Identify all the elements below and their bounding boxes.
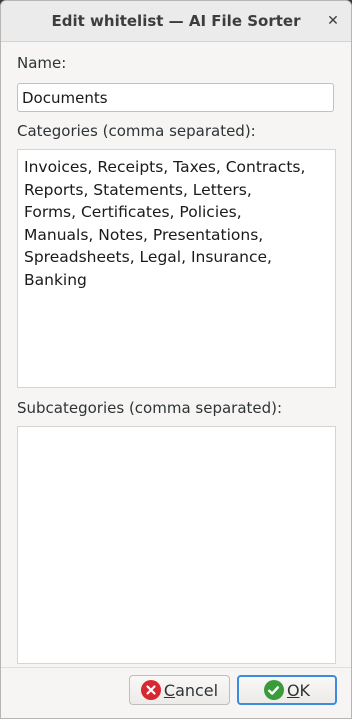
cancel-circle-icon bbox=[140, 680, 161, 700]
subcategories-text bbox=[18, 427, 335, 433]
subcategories-textarea[interactable] bbox=[17, 426, 336, 664]
categories-text: Invoices, Receipts, Taxes, Contracts, Re… bbox=[24, 158, 306, 289]
name-input[interactable] bbox=[17, 83, 334, 112]
subcategories-label: Subcategories (comma separated): bbox=[17, 399, 283, 417]
ok-button[interactable]: OK bbox=[237, 675, 337, 705]
button-bar-separator bbox=[1, 667, 351, 668]
ok-label: OK bbox=[286, 680, 311, 700]
close-button[interactable]: ✕ bbox=[321, 9, 345, 33]
close-icon: ✕ bbox=[327, 13, 339, 29]
name-label: Name: bbox=[17, 54, 67, 72]
window-title: Edit whitelist — AI File Sorter bbox=[51, 12, 301, 30]
cancel-label: Cancel bbox=[163, 680, 219, 700]
title-bar[interactable]: Edit whitelist — AI File Sorter ✕ bbox=[1, 1, 351, 42]
cancel-button[interactable]: Cancel bbox=[129, 675, 230, 705]
dialog-window: Edit whitelist — AI File Sorter ✕ Name: … bbox=[0, 0, 352, 719]
categories-textarea[interactable]: Invoices, Receipts, Taxes, Contracts, Re… bbox=[17, 149, 336, 388]
categories-label: Categories (comma separated): bbox=[17, 122, 256, 140]
check-circle-icon bbox=[263, 680, 284, 700]
